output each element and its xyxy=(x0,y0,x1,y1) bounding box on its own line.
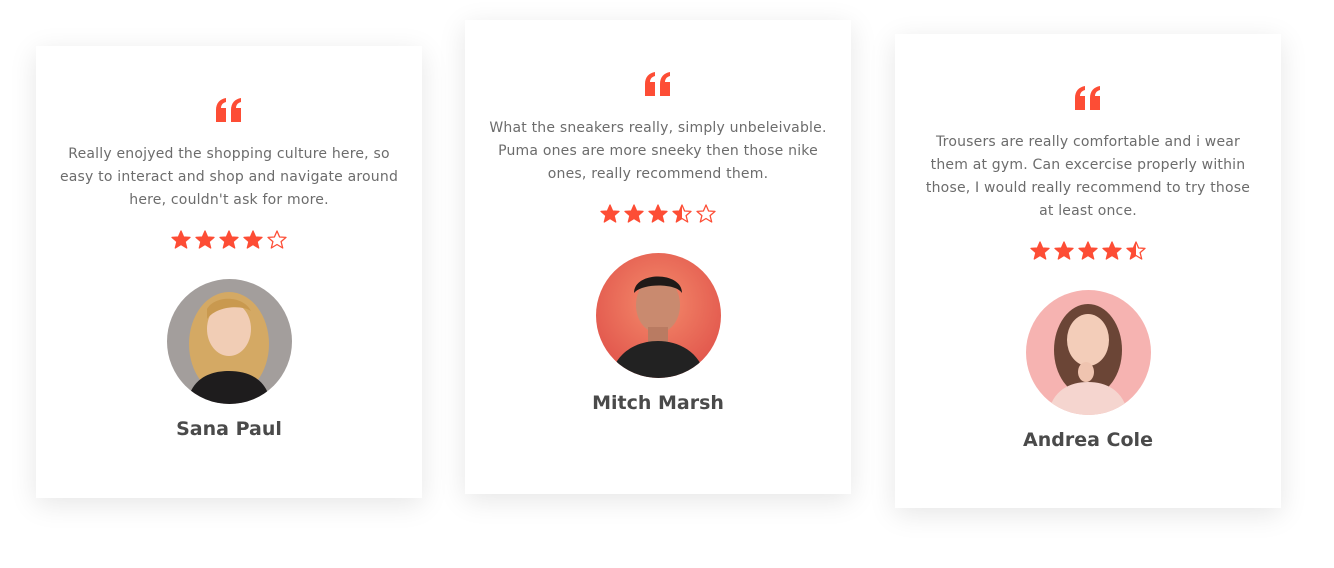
testimonial-card: Trousers are really comfortable and i we… xyxy=(895,34,1281,508)
testimonial-text: What the sneakers really, simply unbelei… xyxy=(489,120,827,182)
star-empty-icon xyxy=(267,230,287,249)
quote-icon xyxy=(1075,86,1100,110)
star-filled-icon xyxy=(1030,241,1050,260)
woman-blonde-avatar xyxy=(166,279,292,404)
star-rating xyxy=(36,230,422,252)
star-filled-icon xyxy=(600,204,620,223)
quote-icon xyxy=(645,72,670,96)
star-filled-icon xyxy=(1078,241,1098,260)
woman-brunette-avatar xyxy=(1025,290,1151,415)
star-filled-icon xyxy=(195,230,215,249)
star-filled-icon xyxy=(624,204,644,223)
quote-icon xyxy=(216,98,241,122)
star-half-icon xyxy=(672,204,692,223)
star-filled-icon xyxy=(1054,241,1074,260)
testimonial-card: Really enojyed the shopping culture here… xyxy=(36,46,422,498)
testimonial-text: Really enojyed the shopping culture here… xyxy=(59,146,399,208)
man-dark-hair-avatar xyxy=(595,253,721,378)
testimonial-card: What the sneakers really, simply unbelei… xyxy=(465,20,851,494)
star-rating xyxy=(895,241,1281,263)
reviewer-name: Sana Paul xyxy=(176,418,282,440)
star-filled-icon xyxy=(243,230,263,249)
star-filled-icon xyxy=(1102,241,1122,260)
star-filled-icon xyxy=(171,230,191,249)
testimonial-text: Trousers are really comfortable and i we… xyxy=(925,134,1251,219)
star-half-icon xyxy=(1126,241,1146,260)
star-empty-icon xyxy=(696,204,716,223)
reviewer-name: Mitch Marsh xyxy=(592,392,724,414)
reviewer-name: Andrea Cole xyxy=(1023,429,1153,451)
star-rating xyxy=(465,204,851,226)
star-filled-icon xyxy=(219,230,239,249)
star-filled-icon xyxy=(648,204,668,223)
